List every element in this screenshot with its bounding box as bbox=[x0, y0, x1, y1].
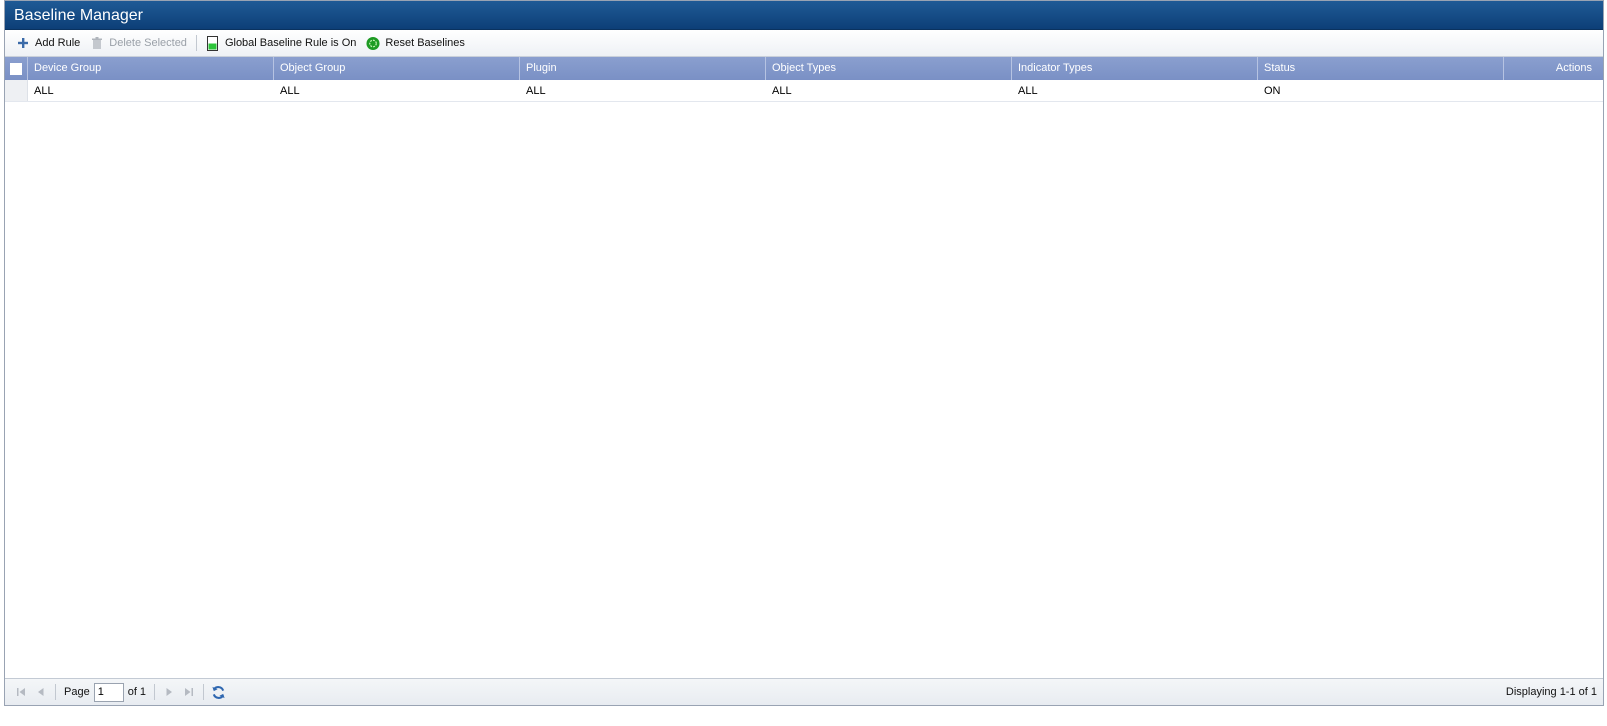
display-info: Displaying 1-1 of 1 bbox=[1505, 686, 1597, 698]
column-actions[interactable]: Actions bbox=[1504, 57, 1603, 80]
column-device-group[interactable]: Device Group bbox=[28, 57, 274, 80]
cell-object-group: ALL bbox=[280, 85, 300, 97]
toggle-on-icon bbox=[206, 35, 220, 51]
column-object-types[interactable]: Object Types bbox=[766, 57, 1012, 80]
delete-selected-label: Delete Selected bbox=[109, 37, 187, 49]
page-count-label: of 1 bbox=[127, 686, 147, 698]
cell-device-group: ALL bbox=[34, 85, 54, 97]
panel-title: Baseline Manager bbox=[5, 1, 1603, 30]
add-rule-label: Add Rule bbox=[35, 37, 81, 49]
last-page-icon[interactable] bbox=[179, 682, 199, 702]
prev-page-icon[interactable] bbox=[31, 682, 51, 702]
pager-separator bbox=[55, 684, 56, 700]
next-page-icon[interactable] bbox=[159, 682, 179, 702]
refresh-icon[interactable] bbox=[208, 682, 228, 702]
column-object-group[interactable]: Object Group bbox=[274, 57, 520, 80]
select-all-checkbox[interactable] bbox=[5, 57, 28, 80]
page-number-input[interactable] bbox=[93, 682, 124, 702]
trash-icon bbox=[90, 36, 104, 50]
table-row[interactable]: ALL ALL ALL ALL ALL ON bbox=[5, 80, 1603, 102]
reset-icon bbox=[366, 36, 380, 50]
add-rule-button[interactable]: Add Rule bbox=[11, 33, 85, 54]
first-page-icon[interactable] bbox=[11, 682, 31, 702]
paging-toolbar: Page of 1 Displaying 1-1 of 1 bbox=[5, 678, 1603, 705]
pager-separator bbox=[203, 684, 205, 700]
column-status[interactable]: Status bbox=[1258, 57, 1504, 80]
cell-status: ON bbox=[1264, 85, 1281, 97]
grid-header: Device Group Object Group Plugin Object … bbox=[5, 57, 1603, 80]
delete-selected-button[interactable]: Delete Selected bbox=[85, 33, 192, 54]
reset-baselines-button[interactable]: Reset Baselines bbox=[361, 33, 470, 54]
toolbar-separator bbox=[195, 35, 197, 51]
global-baseline-rule-label: Global Baseline Rule is On bbox=[224, 37, 357, 49]
row-checkbox[interactable] bbox=[5, 80, 28, 101]
baseline-manager-panel: Baseline Manager Add Rule Delete Selecte… bbox=[4, 0, 1604, 706]
column-indicator-types[interactable]: Indicator Types bbox=[1012, 57, 1258, 80]
cell-indicator-types: ALL bbox=[1018, 85, 1038, 97]
page-label: Page bbox=[64, 686, 90, 698]
column-plugin[interactable]: Plugin bbox=[520, 57, 766, 80]
cell-object-types: ALL bbox=[772, 85, 792, 97]
pager-separator bbox=[154, 684, 156, 700]
toolbar: Add Rule Delete Selected Global Baseline… bbox=[5, 30, 1603, 57]
cell-actions[interactable] bbox=[1504, 80, 1603, 101]
global-baseline-rule-toggle[interactable]: Global Baseline Rule is On bbox=[201, 33, 361, 54]
reset-baselines-label: Reset Baselines bbox=[385, 37, 465, 49]
plus-icon bbox=[16, 36, 30, 50]
cell-plugin: ALL bbox=[526, 85, 546, 97]
